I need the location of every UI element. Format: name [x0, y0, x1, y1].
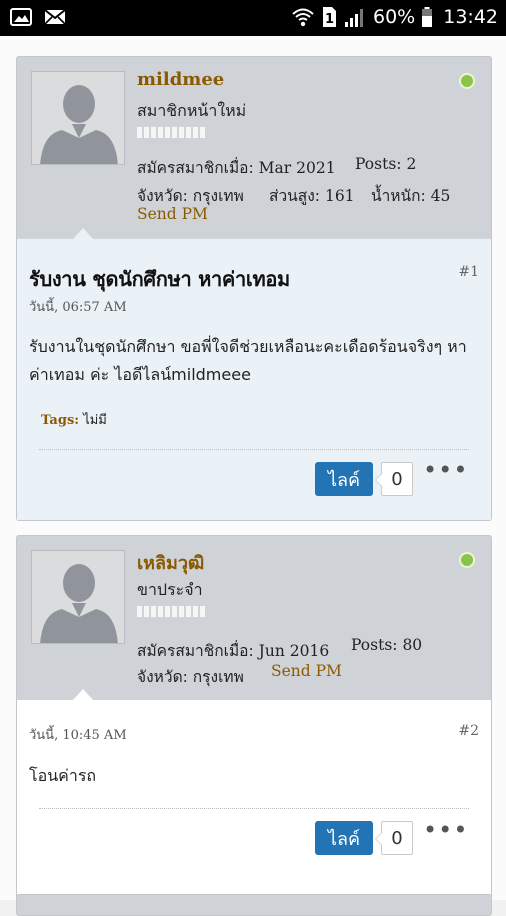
image-icon [10, 8, 32, 30]
default-avatar-icon [40, 85, 118, 164]
post-content: วันนี้, 10:45 AM #2 โอนค่ารถ ไลค์ 0 ••• [17, 689, 491, 904]
join-date: สมัครสมาชิกเมื่อ: Mar 2021 [137, 159, 336, 177]
post-tags: Tags: ไม่มี [41, 409, 107, 430]
user-height: ส่วนสูง: 161 [269, 187, 355, 205]
avatar[interactable] [31, 71, 125, 165]
clock: 13:42 [443, 6, 498, 28]
like-button[interactable]: ไลค์ [315, 462, 373, 496]
post-2: เหลิมวุฒิ ขาประจำ สมัครสมาชิกเมื่อ: Jun … [16, 535, 492, 905]
more-options-icon[interactable]: ••• [423, 458, 468, 482]
post-number[interactable]: #1 [458, 264, 479, 280]
user-title: ขาประจำ [137, 580, 203, 599]
post-content: รับงาน ชุดนักศึกษา หาค่าเทอม วันนี้, 06:… [17, 228, 491, 520]
reputation-bar [137, 127, 205, 138]
sim-icon: 1 [321, 6, 337, 28]
mail-icon [44, 8, 66, 30]
page: mildmee สมาชิกหน้าใหม่ สมัครสมาชิกเมื่อ:… [0, 36, 506, 916]
divider [39, 449, 469, 450]
post-1: mildmee สมาชิกหน้าใหม่ สมัครสมาชิกเมื่อ:… [16, 56, 492, 521]
username[interactable]: mildmee [137, 69, 224, 90]
post-number[interactable]: #2 [458, 723, 479, 739]
post-3-partial [16, 894, 492, 916]
sim-number: 1 [325, 12, 334, 27]
username[interactable]: เหลิมวุฒิ [137, 548, 204, 577]
post-title: รับงาน ชุดนักศึกษา หาค่าเทอม [29, 267, 290, 291]
more-options-icon[interactable]: ••• [423, 818, 468, 842]
like-button[interactable]: ไลค์ [315, 821, 373, 855]
province: จังหวัด: กรุงเทพ [137, 668, 244, 686]
online-status-icon [459, 552, 475, 568]
post-date: วันนี้, 10:45 AM [29, 728, 127, 743]
user-title: สมาชิกหน้าใหม่ [137, 101, 247, 120]
like-count: 0 [375, 821, 413, 855]
join-date: สมัครสมาชิกเมื่อ: Jun 2016 [137, 642, 330, 660]
battery-percent: 60% [373, 6, 416, 28]
battery-icon [421, 6, 433, 28]
tags-value: ไม่มี [83, 413, 107, 428]
tags-label: Tags: [41, 413, 80, 428]
like-count: 0 [375, 462, 413, 496]
send-pm-link[interactable]: Send PM [271, 662, 342, 680]
online-status-icon [459, 73, 475, 89]
post-body: รับงานในชุดนักศึกษา ขอพี่ใจดีช่วยเหลือนะ… [29, 337, 467, 384]
reputation-bar [137, 606, 205, 617]
signal-icon [343, 6, 367, 28]
post-body: โอนค่ารถ [29, 766, 97, 785]
post-count: Posts: 2 [355, 155, 417, 173]
post-date: วันนี้, 06:57 AM [29, 300, 127, 315]
post-count: Posts: 80 [351, 636, 423, 654]
status-bar: 1 60% 13:42 [0, 0, 506, 36]
wifi-icon [291, 6, 315, 28]
avatar[interactable] [31, 550, 125, 644]
send-pm-link[interactable]: Send PM [137, 205, 208, 223]
divider [39, 808, 469, 809]
default-avatar-icon [40, 564, 118, 643]
user-weight: น้ำหนัก: 45 [371, 187, 451, 205]
